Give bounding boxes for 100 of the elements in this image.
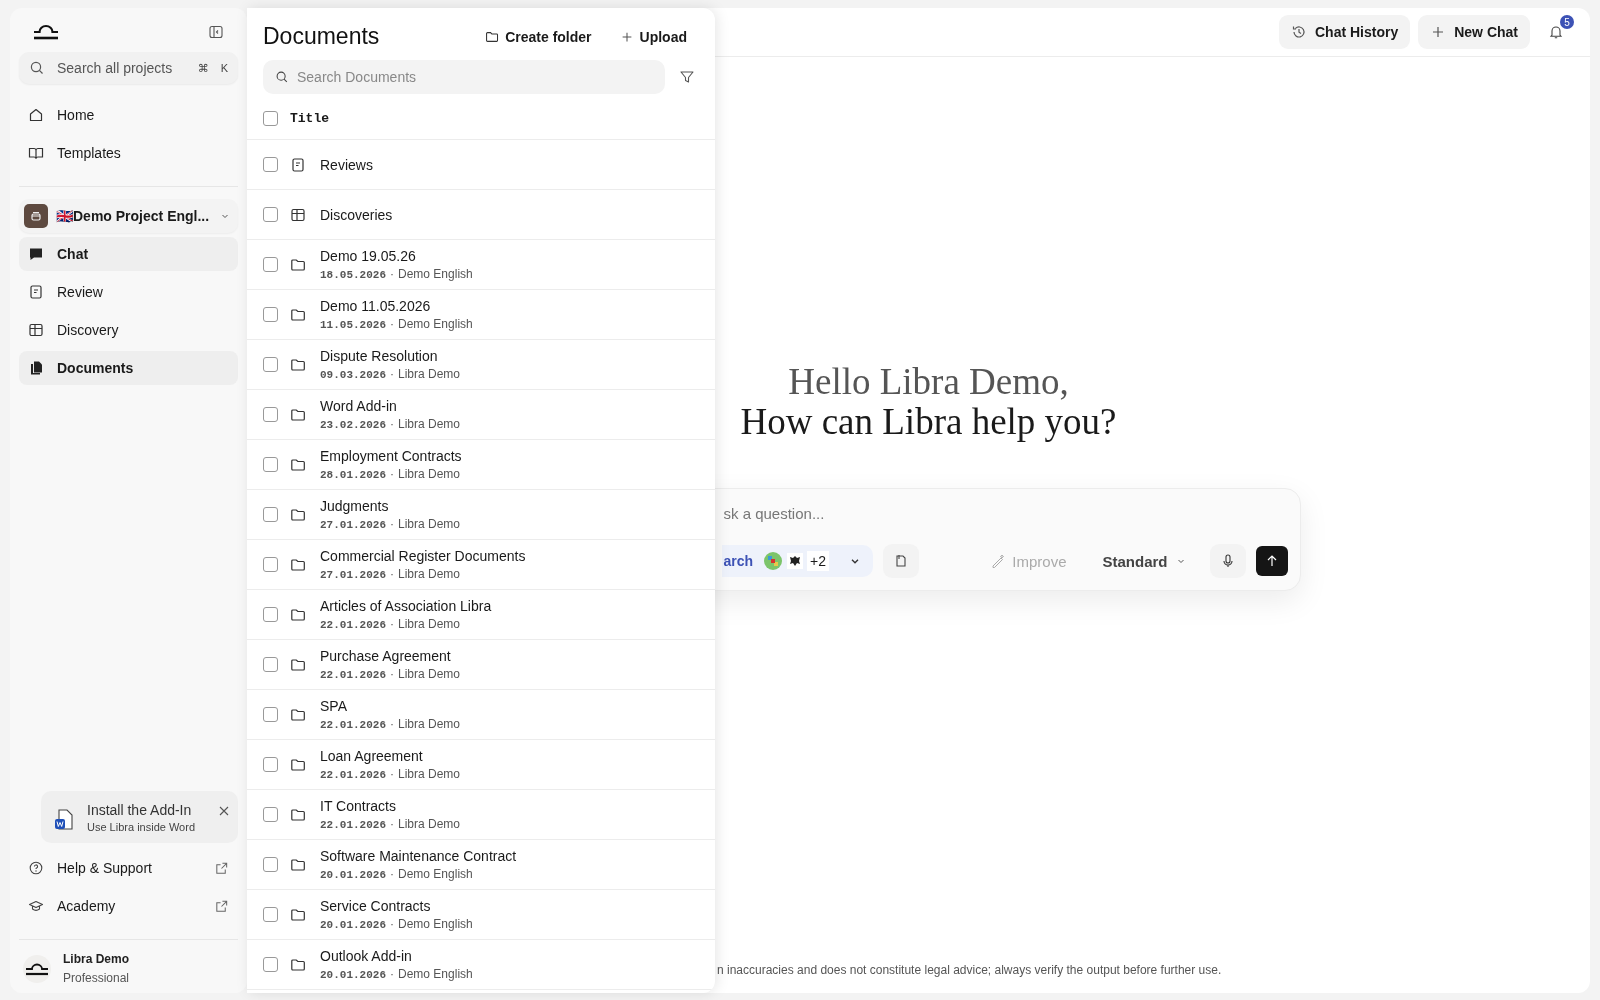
project-name: 🇬🇧Demo Project Engl...	[56, 208, 211, 224]
add-in-subtitle: Use Libra inside Word	[87, 821, 196, 833]
checkbox[interactable]	[263, 257, 278, 272]
search-icon	[29, 60, 45, 76]
search-placeholder: Search all projects	[57, 60, 174, 76]
send-button[interactable]	[1255, 546, 1288, 576]
document-title: IT Contracts	[320, 798, 397, 814]
document-row[interactable]: Articles of Association Libra 22.01.2026 · Libra Demo	[247, 590, 715, 640]
globe-source-icon	[763, 551, 784, 571]
document-title: Commercial Register Documents	[320, 548, 526, 564]
checkbox[interactable]	[263, 557, 278, 572]
document-row[interactable]: SPA 22.01.2026 · Libra Demo	[247, 690, 715, 740]
folder-icon	[290, 906, 306, 923]
magic-pen-icon	[990, 553, 1007, 569]
document-row[interactable]: Commercial Register Documents 27.01.2026 · Libra Demo	[247, 540, 715, 590]
document-row[interactable]: Purchase Agreement 22.01.2026 · Libra Demo	[247, 640, 715, 690]
nav-label: Help & Support	[57, 860, 153, 876]
panel-action-button[interactable]: Create folder	[485, 28, 592, 45]
nav-link[interactable]: Help & Support	[19, 851, 238, 885]
document-title: Outlook Add-in	[320, 948, 413, 964]
nav-item[interactable]: Review	[19, 275, 238, 309]
folder-icon	[290, 856, 306, 873]
nav-item[interactable]: Chat	[19, 237, 238, 271]
document-row[interactable]: Demo 11.05.2026 11.05.2026 · Demo English	[247, 290, 715, 340]
document-meta: 09.03.2026 · Libra Demo	[320, 367, 461, 381]
document-row[interactable]: Service Contracts 20.01.2026 · Demo English	[247, 890, 715, 940]
document-row[interactable]: IT Contracts 22.01.2026 · Libra Demo	[247, 790, 715, 840]
document-row[interactable]: Judgments 27.01.2026 · Libra Demo	[247, 490, 715, 540]
document-meta: 22.01.2026 · Libra Demo	[320, 717, 461, 731]
search-placeholder: Search Documents	[297, 69, 417, 85]
folder-icon	[290, 406, 306, 423]
checkbox[interactable]	[263, 657, 278, 672]
checkbox[interactable]	[263, 757, 278, 772]
search-field[interactable]: Search all projects ⌘ K	[19, 52, 238, 84]
folder-icon	[290, 656, 306, 673]
bell-icon[interactable]	[1548, 24, 1564, 40]
table-icon	[28, 322, 44, 338]
home-icon	[28, 107, 44, 123]
nav-label: Documents	[57, 360, 134, 376]
checkbox[interactable]	[263, 957, 278, 972]
document-row[interactable]: Outlook Add-in 20.01.2026 · Demo English	[247, 940, 715, 990]
checkbox[interactable]	[263, 111, 278, 126]
disclaimer-text: n inaccuracies and does not constitute legal advice; always verify the output before further use.	[717, 963, 1222, 977]
document-row[interactable]: Employment Contracts 28.01.2026 · Libra Demo	[247, 440, 715, 490]
filter-icon[interactable]	[679, 69, 695, 85]
checkbox[interactable]	[263, 407, 278, 422]
microphone-button[interactable]	[1209, 544, 1246, 578]
folder-icon	[290, 806, 306, 823]
nav-item[interactable]: Templates	[19, 136, 238, 170]
document-row[interactable]: Dispute Resolution 09.03.2026 · Libra Demo	[247, 340, 715, 390]
mode-dropdown[interactable]: Standard	[1102, 552, 1186, 570]
nav-item[interactable]: Discovery	[19, 313, 238, 347]
document-title: Articles of Association Libra	[320, 598, 492, 614]
folder-icon	[290, 706, 306, 723]
greeting-line: How can Libra help you?	[740, 402, 1117, 442]
checkbox[interactable]	[263, 307, 278, 322]
document-meta: 28.01.2026 · Libra Demo	[320, 467, 462, 481]
checkbox[interactable]	[263, 857, 278, 872]
checkbox[interactable]	[263, 507, 278, 522]
document-title: Purchase Agreement	[320, 648, 452, 664]
document-title: Discoveries	[320, 206, 393, 223]
header-button[interactable]: New Chat	[1418, 15, 1530, 49]
document-icon	[290, 156, 306, 173]
checkbox[interactable]	[263, 807, 278, 822]
header-button[interactable]: Chat History	[1278, 15, 1411, 49]
document-title: Demo 11.05.2026	[320, 298, 432, 314]
checkbox[interactable]	[263, 707, 278, 722]
checkbox[interactable]	[263, 207, 278, 222]
document-row[interactable]: Discoveries	[247, 190, 715, 240]
nav-item[interactable]: Home	[19, 98, 238, 132]
document-meta: 22.01.2026 · Libra Demo	[320, 617, 462, 631]
folder-icon	[290, 756, 306, 773]
checkbox[interactable]	[263, 157, 278, 172]
search-sources-button[interactable]: arch +2	[721, 545, 874, 577]
checkbox[interactable]	[263, 457, 278, 472]
project-selector[interactable]: 🇬🇧Demo Project Engl...	[19, 199, 238, 233]
external-link-icon	[214, 860, 229, 876]
folder-icon	[290, 556, 306, 573]
document-row[interactable]: Loan Agreement 22.01.2026 · Libra Demo	[247, 740, 715, 790]
document-meta: 22.01.2026 · Libra Demo	[320, 667, 461, 681]
nav-item[interactable]: Documents	[19, 351, 238, 385]
document-row[interactable]: Reviews	[247, 140, 715, 190]
document-row[interactable]: Software Maintenance Contract 20.01.2026 · Demo English	[247, 840, 715, 890]
checkbox[interactable]	[263, 607, 278, 622]
document-icon	[28, 284, 44, 300]
checkbox[interactable]	[263, 907, 278, 922]
sidebar-toggle-icon[interactable]	[208, 24, 224, 40]
help-icon	[28, 860, 44, 876]
nav-label: Academy	[57, 898, 117, 914]
attach-button[interactable]	[883, 544, 920, 578]
close-icon[interactable]	[218, 805, 230, 817]
folder-icon	[290, 606, 306, 623]
document-title: Employment Contracts	[320, 448, 462, 464]
document-row[interactable]: Word Add-in 23.02.2026 · Libra Demo	[247, 390, 715, 440]
panel-action-button[interactable]: Upload	[619, 28, 687, 45]
document-meta: 11.05.2026 · Demo English	[320, 317, 473, 331]
document-meta: 22.01.2026 · Libra Demo	[320, 767, 461, 781]
checkbox[interactable]	[263, 357, 278, 372]
nav-link[interactable]: Academy	[19, 889, 238, 923]
document-row[interactable]: Demo 19.05.26 18.05.2026 · Demo English	[247, 240, 715, 290]
